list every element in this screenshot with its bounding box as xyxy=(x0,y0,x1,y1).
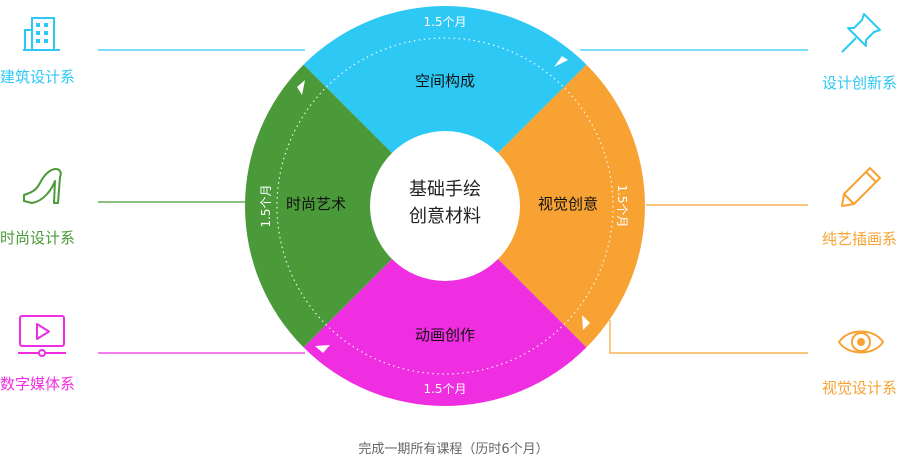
segment-label-top: 空间构成 xyxy=(415,72,475,90)
dept-label-digital: 数字媒体系 xyxy=(0,375,76,393)
duration-bottom: 1.5个月 xyxy=(423,382,466,396)
dept-label-design: 设计创新系 xyxy=(822,74,898,92)
duration-right: 1.5个月 xyxy=(615,184,629,227)
duration-left: 1.5个月 xyxy=(259,184,273,227)
pushpin-icon xyxy=(841,13,881,53)
pencil-icon xyxy=(841,167,881,207)
connector-visual xyxy=(609,320,808,354)
dept-label-fashion: 时尚设计系 xyxy=(0,229,76,247)
duration-top: 1.5个月 xyxy=(423,15,466,29)
eye-icon xyxy=(837,330,885,354)
play-screen-icon xyxy=(18,315,66,357)
segment-label-left: 时尚艺术 xyxy=(286,195,346,213)
dept-label-visual: 视觉设计系 xyxy=(822,379,898,397)
course-cycle-diagram: 基础手绘 创意材料 空间构成 视觉创意 动画创作 时尚艺术 1.5个月 1.5个… xyxy=(98,6,808,406)
footer-caption: 完成一期所有课程（历时6个月） xyxy=(358,442,549,457)
high-heel-icon xyxy=(23,168,62,204)
segment-label-right: 视觉创意 xyxy=(538,195,598,213)
building-icon xyxy=(23,17,60,51)
segment-label-bottom: 动画创作 xyxy=(415,326,475,344)
center-text-line1: 基础手绘 xyxy=(409,179,481,200)
center-text-line2: 创意材料 xyxy=(409,206,481,227)
dept-label-architecture: 建筑设计系 xyxy=(0,68,76,86)
dept-label-fineart: 纯艺插画系 xyxy=(822,230,898,248)
